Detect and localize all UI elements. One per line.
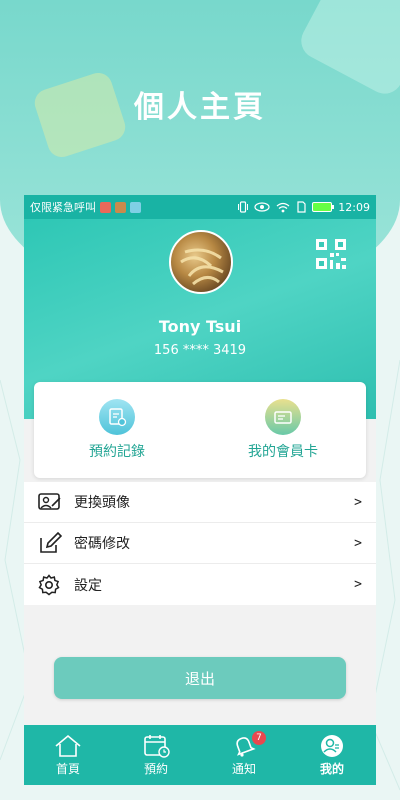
logout-button[interactable]: 退出 bbox=[54, 657, 346, 699]
tab-label: 我的 bbox=[319, 761, 344, 776]
gear-icon bbox=[38, 573, 64, 597]
profile-header: Tony Tsui 156 **** 3419 預約記錄 我的會員卡 bbox=[24, 219, 376, 478]
app-notification-icon bbox=[115, 201, 126, 213]
menu-item-edit-password[interactable]: 密碼修改 > bbox=[24, 523, 376, 564]
member-card-button[interactable]: 我的會員卡 bbox=[200, 382, 366, 478]
tab-label: 預約 bbox=[143, 761, 168, 776]
tab-label: 通知 bbox=[231, 761, 256, 776]
tab-home[interactable]: 首頁 bbox=[24, 725, 112, 785]
menu-label: 密碼修改 bbox=[74, 536, 130, 552]
sim-icon bbox=[297, 201, 306, 213]
edit-password-icon bbox=[38, 531, 64, 555]
bottom-tab-bar: 首頁 預約 7 通知 我的 bbox=[24, 725, 376, 785]
menu-item-settings[interactable]: 設定 > bbox=[24, 564, 376, 605]
home-icon bbox=[55, 734, 81, 757]
tab-notifications[interactable]: 7 通知 bbox=[200, 725, 288, 785]
app-notification-icon bbox=[100, 201, 111, 213]
tab-booking[interactable]: 預約 bbox=[112, 725, 200, 785]
app-notification-icon bbox=[130, 201, 141, 213]
battery-icon bbox=[312, 202, 335, 212]
booking-record-icon bbox=[99, 399, 135, 435]
calendar-icon bbox=[144, 734, 170, 758]
profile-icon bbox=[321, 734, 343, 757]
menu-label: 設定 bbox=[74, 577, 102, 594]
qr-code-icon[interactable] bbox=[316, 239, 346, 269]
booking-record-label: 預約記錄 bbox=[89, 444, 145, 460]
menu-item-change-avatar[interactable]: 更換頭像 > bbox=[24, 482, 376, 523]
notification-badge: 7 bbox=[252, 731, 266, 745]
member-card-label: 我的會員卡 bbox=[248, 444, 318, 460]
quick-actions-card: 預約記錄 我的會員卡 bbox=[34, 382, 366, 478]
member-card-icon bbox=[265, 399, 301, 435]
phone-number: 156 **** 3419 bbox=[153, 343, 247, 358]
menu-label: 更換頭像 bbox=[74, 495, 130, 511]
clock-time: 12:09 bbox=[338, 200, 370, 214]
username: Tony Tsui bbox=[158, 317, 242, 336]
eye-icon bbox=[254, 202, 270, 212]
tab-label: 首頁 bbox=[55, 761, 80, 776]
settings-menu: 更換頭像 > 密碼修改 > 設定 > bbox=[24, 482, 376, 605]
vibrate-icon bbox=[238, 201, 249, 213]
status-bar: 仅限紧急呼叫 12:09 bbox=[24, 195, 376, 219]
change-avatar-icon bbox=[38, 490, 64, 514]
avatar-food-image bbox=[180, 248, 224, 286]
tab-profile[interactable]: 我的 bbox=[288, 725, 376, 785]
avatar[interactable] bbox=[169, 230, 233, 294]
booking-record-button[interactable]: 預約記錄 bbox=[34, 382, 200, 478]
wifi-icon bbox=[276, 202, 290, 212]
chevron-right-icon: > bbox=[354, 577, 362, 592]
chevron-right-icon: > bbox=[354, 494, 362, 510]
promo-title: 個人主頁 bbox=[134, 90, 266, 125]
chevron-right-icon: > bbox=[354, 535, 362, 551]
phone-screen: 仅限紧急呼叫 12:09 Tony Tsui 156 **** 3419 預約記… bbox=[24, 195, 376, 785]
carrier-text: 仅限紧急呼叫 bbox=[30, 201, 96, 214]
